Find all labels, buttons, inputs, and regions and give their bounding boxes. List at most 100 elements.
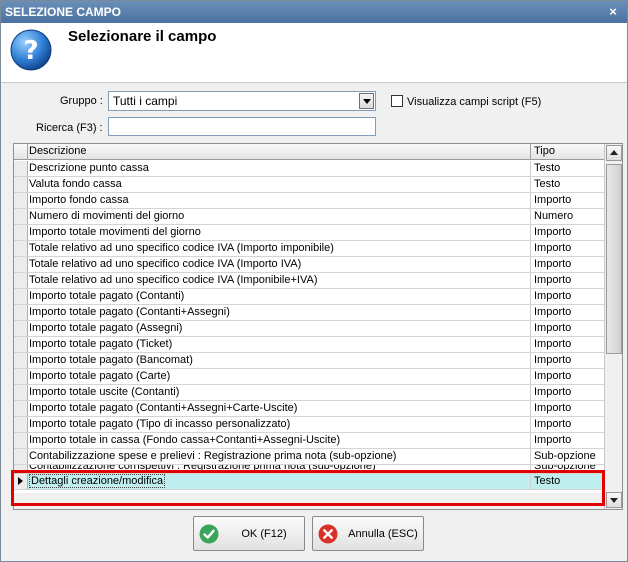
header-title: Selezionare il campo (68, 28, 217, 45)
row-indicator[interactable] (14, 209, 28, 224)
cancel-button[interactable]: Annulla (ESC) (312, 516, 424, 551)
cell-tipo: Importo (530, 353, 604, 368)
row-indicator[interactable] (14, 305, 28, 320)
cell-tipo-text: Sub-opzione (534, 450, 596, 462)
highlight-frame (11, 470, 605, 506)
cell-tipo: Testo (530, 161, 604, 176)
cell-descrizione: Descrizione punto cassa (29, 162, 149, 174)
cell-descrizione: Importo totale movimenti del giorno (29, 226, 201, 238)
script-fields-checkbox[interactable] (391, 95, 403, 107)
scroll-down-icon[interactable] (606, 492, 622, 508)
window-title: SELEZIONE CAMPO (5, 5, 122, 19)
cell-descrizione: Importo totale pagato (Ticket) (29, 338, 173, 350)
cell-tipo: Importo (530, 225, 604, 240)
table-row[interactable]: Importo totale movimenti del giorno Impor… (14, 225, 604, 241)
row-indicator[interactable] (14, 449, 28, 464)
table-row[interactable]: Importo totale pagato (Contanti+Assegni+… (14, 401, 604, 417)
cell-tipo: Importo (530, 385, 604, 400)
scroll-thumb[interactable] (606, 164, 622, 354)
row-indicator[interactable] (14, 257, 28, 272)
cell-tipo: Numero (530, 209, 604, 224)
table-row[interactable]: Importo totale pagato (Assegni) Importo (14, 321, 604, 337)
row-indicator[interactable] (14, 401, 28, 416)
cell-tipo-text: Importo (534, 402, 572, 414)
cell-tipo: Importo (530, 257, 604, 272)
cell-tipo-text: Numero (534, 210, 574, 222)
table-row[interactable]: Totale relativo ad uno specifico codice … (14, 273, 604, 289)
table-row[interactable]: Contabilizzazione spese e prelievi : Reg… (14, 449, 604, 465)
cell-tipo-text: Importo (534, 258, 572, 270)
row-indicator[interactable] (14, 321, 28, 336)
column-header-tipo: Tipo (534, 145, 555, 157)
cell-tipo: Importo (530, 369, 604, 384)
cell-tipo-text: Importo (534, 354, 572, 366)
cell-tipo: Testo (530, 177, 604, 192)
chevron-down-icon[interactable] (359, 93, 374, 109)
row-indicator[interactable] (14, 273, 28, 288)
column-header-descrizione[interactable]: Descrizione (29, 145, 86, 157)
table-row[interactable]: Valuta fondo cassa Testo (14, 177, 604, 193)
row-indicator[interactable] (14, 369, 28, 384)
table-row[interactable]: Totale relativo ad uno specifico codice … (14, 241, 604, 257)
cancel-button-label: Annulla (ESC) (348, 528, 418, 540)
cell-tipo: Importo (530, 241, 604, 256)
row-indicator[interactable] (14, 161, 28, 176)
table-row[interactable]: Importo totale uscite (Contanti) Importo (14, 385, 604, 401)
cell-tipo-text: Importo (534, 418, 572, 430)
column-header-tipo-cell[interactable]: Tipo (530, 144, 604, 160)
cell-descrizione: Contabilizzazione spese e prelievi : Reg… (29, 450, 397, 462)
row-indicator[interactable] (14, 353, 28, 368)
cell-descrizione: Importo totale pagato (Contanti+Assegni) (29, 306, 230, 318)
close-icon[interactable]: × (605, 4, 621, 20)
table-row[interactable]: Totale relativo ad uno specifico codice … (14, 257, 604, 273)
table-row[interactable]: Importo totale pagato (Bancomat) Importo (14, 353, 604, 369)
check-icon (199, 524, 219, 544)
row-indicator[interactable] (14, 289, 28, 304)
table-row[interactable]: Descrizione punto cassa Testo (14, 161, 604, 177)
cell-tipo-text: Importo (534, 338, 572, 350)
row-indicator[interactable] (14, 241, 28, 256)
cell-tipo-text: Testo (534, 162, 561, 174)
cell-tipo-text: Importo (534, 386, 572, 398)
cell-descrizione: Importo totale pagato (Contanti) (29, 290, 185, 302)
row-indicator[interactable] (14, 385, 28, 400)
cell-descrizione: Importo totale in cassa (Fondo cassa+Con… (29, 434, 341, 446)
cell-tipo-text: Importo (534, 370, 572, 382)
script-fields-label[interactable]: Visualizza campi script (F5) (407, 96, 541, 108)
table-row[interactable]: Importo totale pagato (Carte) Importo (14, 369, 604, 385)
table-row[interactable]: Numero di movimenti del giorno Numero (14, 209, 604, 225)
row-indicator[interactable] (14, 177, 28, 192)
cell-tipo: Importo (530, 305, 604, 320)
row-indicator[interactable] (14, 433, 28, 448)
search-input[interactable] (108, 117, 376, 136)
cell-tipo: Importo (530, 193, 604, 208)
dialog-window: SELEZIONE CAMPO × ? Selezionare il campo… (0, 0, 628, 562)
table-row[interactable]: Importo fondo cassa Importo (14, 193, 604, 209)
cell-descrizione: Totale relativo ad uno specifico codice … (29, 274, 318, 286)
vertical-scrollbar[interactable] (604, 144, 622, 509)
svg-text:?: ? (23, 36, 38, 66)
row-indicator[interactable] (14, 337, 28, 352)
table-row[interactable]: Importo totale pagato (Ticket) Importo (14, 337, 604, 353)
cell-tipo: Sub-opzione (530, 449, 604, 464)
scroll-up-icon[interactable] (606, 145, 622, 161)
table-row[interactable]: Importo totale pagato (Contanti+Assegni)… (14, 305, 604, 321)
row-indicator[interactable] (14, 225, 28, 240)
ok-button[interactable]: OK (F12) (193, 516, 305, 551)
row-indicator[interactable] (14, 417, 28, 432)
cell-descrizione: Importo totale pagato (Carte) (29, 370, 171, 382)
cell-tipo-text: Importo (534, 242, 572, 254)
row-indicator[interactable] (14, 193, 28, 208)
dialog-header: ? Selezionare il campo (1, 23, 627, 83)
gruppo-label: Gruppo : (60, 95, 103, 107)
table-row[interactable]: Importo totale in cassa (Fondo cassa+Con… (14, 433, 604, 449)
table-row[interactable]: Importo totale pagato (Tipo di incasso p… (14, 417, 604, 433)
cell-tipo-text: Importo (534, 434, 572, 446)
cell-descrizione: Importo totale uscite (Contanti) (29, 386, 180, 398)
fields-grid: Descrizione Tipo Descrizione punto cassa… (13, 143, 623, 510)
cell-descrizione: Importo totale pagato (Contanti+Assegni+… (29, 402, 298, 414)
cell-tipo: Importo (530, 321, 604, 336)
gruppo-select[interactable]: Tutti i campi (108, 91, 376, 111)
gruppo-select-value: Tutti i campi (113, 94, 178, 108)
table-row[interactable]: Importo totale pagato (Contanti) Importo (14, 289, 604, 305)
